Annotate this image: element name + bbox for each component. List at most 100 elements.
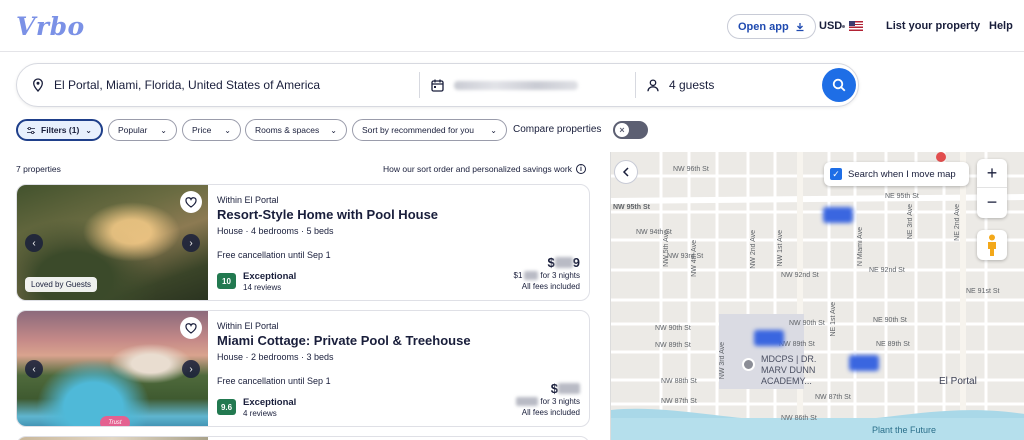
total-suffix: for 3 nights: [540, 271, 580, 280]
review-count: 4 reviews: [243, 409, 277, 418]
zoom-out-icon[interactable]: −: [977, 188, 1007, 217]
street-label: NE 91st St: [966, 288, 1000, 295]
chevron-left-icon: [622, 167, 629, 177]
search-button[interactable]: [822, 68, 856, 102]
listing-card[interactable]: [16, 436, 590, 440]
chevron-down-icon: ⌄: [160, 125, 167, 135]
heart-icon: [185, 322, 197, 334]
price-redacted: [558, 383, 580, 394]
listing-meta: House · 4 bedrooms · 5 beds: [217, 226, 334, 236]
listing-photo[interactable]: ‹ › Trust: [17, 311, 208, 426]
price-block: $ 9 $1 for 3 nights All fees included: [514, 255, 580, 291]
sort-chip[interactable]: Sort by recommended for you ⌄: [352, 119, 507, 141]
listing-location: Within El Portal: [217, 321, 279, 331]
price-pin[interactable]: [849, 355, 879, 371]
vrbo-logo[interactable]: Vrbo: [16, 12, 85, 41]
fees-note: All fees included: [521, 408, 580, 417]
checkbox-checked-icon[interactable]: ✓: [830, 168, 842, 180]
poi-label[interactable]: Plant the Future: [872, 425, 936, 435]
price-pin[interactable]: [823, 207, 853, 223]
sort-label: Sort by recommended for you: [362, 125, 474, 135]
location-pin-icon: [33, 78, 43, 92]
open-app-label: Open app: [738, 20, 789, 33]
divider: [419, 72, 420, 98]
collapse-map-button[interactable]: [614, 160, 638, 184]
listing-meta: House · 2 bedrooms · 3 beds: [217, 352, 334, 362]
price-chip[interactable]: Price ⌄: [182, 119, 241, 141]
top-header: Vrbo Open app USD List your property Hel…: [0, 0, 1024, 52]
guests-value: 4 guests: [669, 78, 715, 92]
street-view-button[interactable]: [977, 230, 1007, 260]
search-when-move-toggle[interactable]: ✓ Search when I move map: [824, 162, 969, 186]
street-label: NW 92nd St: [781, 272, 819, 279]
nightly-price: $: [514, 381, 580, 396]
chevron-down-icon: ⌄: [330, 125, 337, 135]
street-label: N Miami Ave: [857, 227, 864, 267]
results-count: 7 properties: [16, 164, 61, 174]
listing-card[interactable]: ‹ › Loved by Guests Within El Portal Res…: [16, 184, 590, 301]
popular-chip[interactable]: Popular ⌄: [108, 119, 177, 141]
filters-label: Filters (1): [41, 125, 80, 135]
price-redacted: [554, 257, 573, 268]
favorite-heart-button[interactable]: [180, 317, 202, 339]
nightly-price: $ 9: [514, 255, 580, 270]
street-label: NW 88th St: [661, 378, 697, 385]
sort-info-link[interactable]: How our sort order and personalized savi…: [383, 164, 586, 174]
street-label: NW 87th St: [815, 394, 851, 401]
download-icon: [796, 22, 804, 31]
listing-title[interactable]: Resort-Style Home with Pool House: [217, 207, 438, 222]
street-label: NW 5th Ave: [663, 230, 670, 267]
chevron-right-icon[interactable]: ›: [182, 360, 200, 378]
info-icon: i: [575, 164, 586, 174]
rating-label: Exceptional: [243, 271, 297, 282]
cancellation-note: Free cancellation until Sep 1: [217, 250, 331, 260]
street-label: NW 86th St: [781, 415, 817, 422]
destination-field[interactable]: El Portal, Miami, Florida, United States…: [32, 64, 422, 106]
chevron-right-icon[interactable]: ›: [182, 234, 200, 252]
street-label: NW 1st Ave: [777, 230, 784, 267]
street-label: NW 95th St: [613, 204, 650, 211]
heart-pin-icon: [936, 152, 946, 162]
total-suffix: for 3 nights: [540, 397, 580, 406]
heart-icon: [185, 196, 197, 208]
currency-selector[interactable]: USD: [819, 20, 842, 32]
map-panel[interactable]: NW 96th St NW 95th St NE 95th St NW 94th…: [610, 152, 1024, 440]
street-label: NE 3rd Ave: [907, 204, 914, 240]
rating-score: 9.6: [217, 399, 236, 415]
list-property-link[interactable]: List your property: [886, 20, 980, 32]
street-label: NE 89th St: [876, 341, 910, 348]
street-label: NW 2nd Ave: [750, 230, 757, 269]
price-suffix: 9: [572, 255, 580, 270]
school-label[interactable]: MDCPS | DR. MARV DUNN ACADEMY...: [761, 354, 839, 387]
guests-field[interactable]: 4 guests: [647, 64, 807, 106]
street-label: NE 95th St: [885, 193, 919, 200]
favorite-heart-button[interactable]: [180, 191, 202, 213]
filters-chip[interactable]: Filters (1) ⌄: [16, 119, 103, 141]
dates-field[interactable]: [431, 64, 631, 106]
pegman-icon: [988, 234, 996, 256]
fees-note: All fees included: [521, 282, 580, 291]
zoom-in-icon[interactable]: +: [977, 159, 1007, 188]
loved-by-guests-badge: Loved by Guests: [25, 277, 98, 292]
price-pin[interactable]: [754, 330, 784, 346]
listing-photo[interactable]: ‹ › Loved by Guests: [17, 185, 208, 300]
us-flag-icon[interactable]: [849, 21, 863, 31]
street-label: NE 1st Ave: [830, 302, 837, 337]
listing-title[interactable]: Miami Cottage: Private Pool & Treehouse: [217, 333, 471, 348]
total-redacted: [524, 271, 539, 280]
chevron-left-icon[interactable]: ‹: [25, 234, 43, 252]
help-link[interactable]: Help: [989, 20, 1013, 32]
destination-value: El Portal, Miami, Florida, United States…: [54, 78, 321, 92]
trust-logo: Trust: [100, 416, 130, 426]
rooms-spaces-chip[interactable]: Rooms & spaces ⌄: [245, 119, 347, 141]
chevron-down-icon: ⌄: [224, 125, 231, 135]
compare-toggle[interactable]: ×: [613, 121, 648, 139]
search-when-move-label: Search when I move map: [848, 168, 956, 180]
chevron-left-icon[interactable]: ‹: [25, 360, 43, 378]
rooms-label: Rooms & spaces: [255, 125, 320, 135]
rating-label: Exceptional: [243, 397, 297, 408]
total-price: $1 for 3 nights: [514, 271, 580, 280]
sort-note-text: How our sort order and personalized savi…: [383, 164, 572, 174]
open-app-button[interactable]: Open app: [727, 14, 816, 39]
listing-card[interactable]: ‹ › Trust Within El Portal Miami Cottage…: [16, 310, 590, 427]
